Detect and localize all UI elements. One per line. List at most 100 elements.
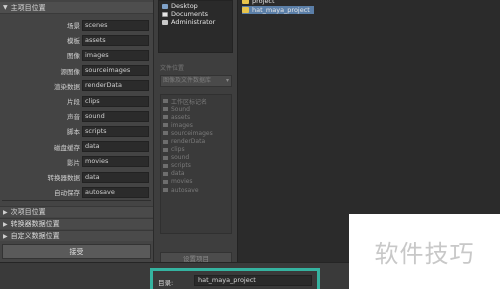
divider — [2, 200, 151, 201]
folder-list: 工作区标记名 Sound assets images sourceimages rende… — [160, 94, 232, 234]
folder-list-item[interactable]: sourceimages — [163, 129, 229, 137]
file-item-label: hat_maya_project — [252, 6, 310, 14]
secondary-project-section-header[interactable]: ▶ 次项目位置 — [0, 206, 153, 217]
folder-icon — [242, 0, 249, 4]
folder-icon — [163, 115, 168, 120]
project-path-label: 影片 — [67, 158, 80, 167]
file-item-hat-maya-project[interactable]: hat_maya_project — [242, 6, 314, 14]
project-path-label: 源图像 — [60, 67, 81, 76]
project-path-row: 源图像 sourceimages — [0, 64, 153, 78]
folder-list-label: Sound — [171, 105, 190, 113]
directory-label: Administrator — [171, 18, 216, 26]
project-path-label: 声音 — [67, 113, 80, 122]
folder-list-label: movies — [171, 178, 193, 186]
folder-list-label: sourceimages — [171, 129, 213, 137]
project-path-row: 片段 clips — [0, 94, 153, 108]
watermark-text: 软件技巧 — [374, 240, 475, 268]
folder-list-item[interactable]: clips — [163, 146, 229, 154]
folder-list-item[interactable]: data — [163, 170, 229, 178]
accept-button[interactable]: 接受 — [2, 244, 151, 259]
folder-list-label: renderData — [171, 138, 206, 146]
project-path-row: 声音 sound — [0, 109, 153, 123]
project-path-row: 场景 scenes — [0, 18, 153, 32]
project-path-label: 片段 — [67, 98, 80, 106]
folder-list-label: sound — [171, 154, 190, 162]
folder-list-item[interactable]: assets — [163, 113, 229, 121]
folder-icon — [163, 188, 168, 193]
file-type-select[interactable]: 图像及文件数据库 ▾ — [160, 75, 232, 87]
project-path-label: 场景 — [67, 22, 80, 30]
project-path-field[interactable]: sourceimages — [82, 65, 149, 77]
folder-icon — [163, 171, 168, 176]
project-path-label: 渲染数据 — [54, 82, 80, 91]
document-icon — [162, 11, 168, 17]
folder-list-item[interactable]: autosave — [163, 186, 229, 194]
project-path-field[interactable]: images — [82, 49, 149, 61]
folder-icon — [163, 99, 168, 104]
project-path-row: 渲染数据 renderData — [0, 79, 153, 93]
project-settings-panel: ▼ 主项目位置 场景 scenes 模板 assets 图像 images 源图像 sourc… — [0, 0, 153, 289]
project-path-row: 图像 images — [0, 48, 153, 62]
location-panel: Desktop Documents Administrator 文件位置 图像及… — [153, 0, 237, 289]
project-path-field[interactable]: movies — [82, 156, 149, 168]
project-path-label: 转换器数据 — [47, 174, 81, 182]
watermark: 软件技巧 — [349, 214, 500, 289]
project-path-field[interactable]: sound — [82, 110, 149, 122]
filename-input[interactable]: hat_maya_project — [194, 275, 312, 286]
main-project-section-header[interactable]: ▼ 主项目位置 — [0, 2, 153, 14]
custom-data-section-header[interactable]: ▶ 自定义数据位置 — [0, 230, 153, 241]
project-path-field[interactable]: renderData — [82, 80, 149, 92]
project-path-label: 脚本 — [67, 128, 80, 137]
folder-list-label: data — [171, 170, 185, 178]
project-path-row: 脚本 scripts — [0, 124, 153, 138]
folder-icon — [163, 131, 168, 136]
expand-arrow-icon[interactable]: ▶ — [3, 233, 8, 240]
folder-list-label: autosave — [171, 186, 199, 194]
folder-list-item[interactable]: sound — [163, 154, 229, 162]
folder-icon — [163, 147, 168, 152]
project-path-label: 磁盘缓存 — [54, 143, 80, 152]
folder-list-item[interactable]: scripts — [163, 162, 229, 170]
folder-icon — [163, 155, 168, 160]
directory-item-administrator[interactable]: Administrator — [162, 18, 229, 26]
translator-data-section-title: 转换器数据位置 — [10, 220, 60, 228]
expand-arrow-icon[interactable]: ▶ — [3, 221, 8, 228]
folder-list-item[interactable]: movies — [163, 178, 229, 186]
expand-arrow-icon[interactable]: ▶ — [3, 209, 8, 216]
directory-label: Desktop — [171, 2, 198, 10]
project-path-field[interactable]: autosave — [82, 186, 149, 198]
project-path-field[interactable]: data — [82, 141, 149, 153]
file-item-project[interactable]: project — [242, 0, 275, 5]
folder-icon — [163, 139, 168, 144]
folder-list-label: scripts — [171, 162, 191, 170]
directory-list: Desktop Documents Administrator — [158, 0, 233, 53]
directory-item-documents[interactable]: Documents — [162, 10, 229, 18]
folder-icon — [163, 179, 168, 184]
main-project-section-title: 主项目位置 — [10, 3, 46, 12]
project-path-row: 转换器数据 data — [0, 170, 153, 184]
file-type-select-value: 图像及文件数据库 — [163, 77, 212, 84]
directory-item-desktop[interactable]: Desktop — [162, 2, 229, 10]
folder-list-label: 工作区标记名 — [171, 98, 208, 106]
project-path-field[interactable]: data — [82, 171, 149, 183]
folder-list-item[interactable]: Sound — [163, 105, 229, 113]
project-path-label: 模板 — [67, 37, 80, 46]
project-path-field[interactable]: scenes — [82, 19, 149, 31]
project-path-row: 自动保存 autosave — [0, 185, 153, 199]
translator-data-section-header[interactable]: ▶ 转换器数据位置 — [0, 218, 153, 229]
project-path-label: 图像 — [67, 52, 80, 61]
filename-label: 目录: — [158, 279, 174, 287]
folder-list-item[interactable]: images — [163, 121, 229, 129]
project-path-field[interactable]: clips — [82, 95, 149, 107]
project-path-row: 影片 movies — [0, 155, 153, 169]
folder-list-label: assets — [171, 113, 191, 121]
folder-icon — [163, 107, 168, 112]
folder-list-item[interactable]: renderData — [163, 137, 229, 145]
secondary-project-section-title: 次项目位置 — [10, 208, 46, 216]
directory-label: Documents — [171, 10, 209, 18]
custom-data-section-title: 自定义数据位置 — [10, 232, 60, 240]
folder-list-item[interactable]: 工作区标记名 — [163, 97, 229, 106]
collapse-arrow-icon[interactable]: ▼ — [3, 4, 8, 11]
project-path-field[interactable]: assets — [82, 34, 149, 46]
project-path-field[interactable]: scripts — [82, 125, 149, 137]
